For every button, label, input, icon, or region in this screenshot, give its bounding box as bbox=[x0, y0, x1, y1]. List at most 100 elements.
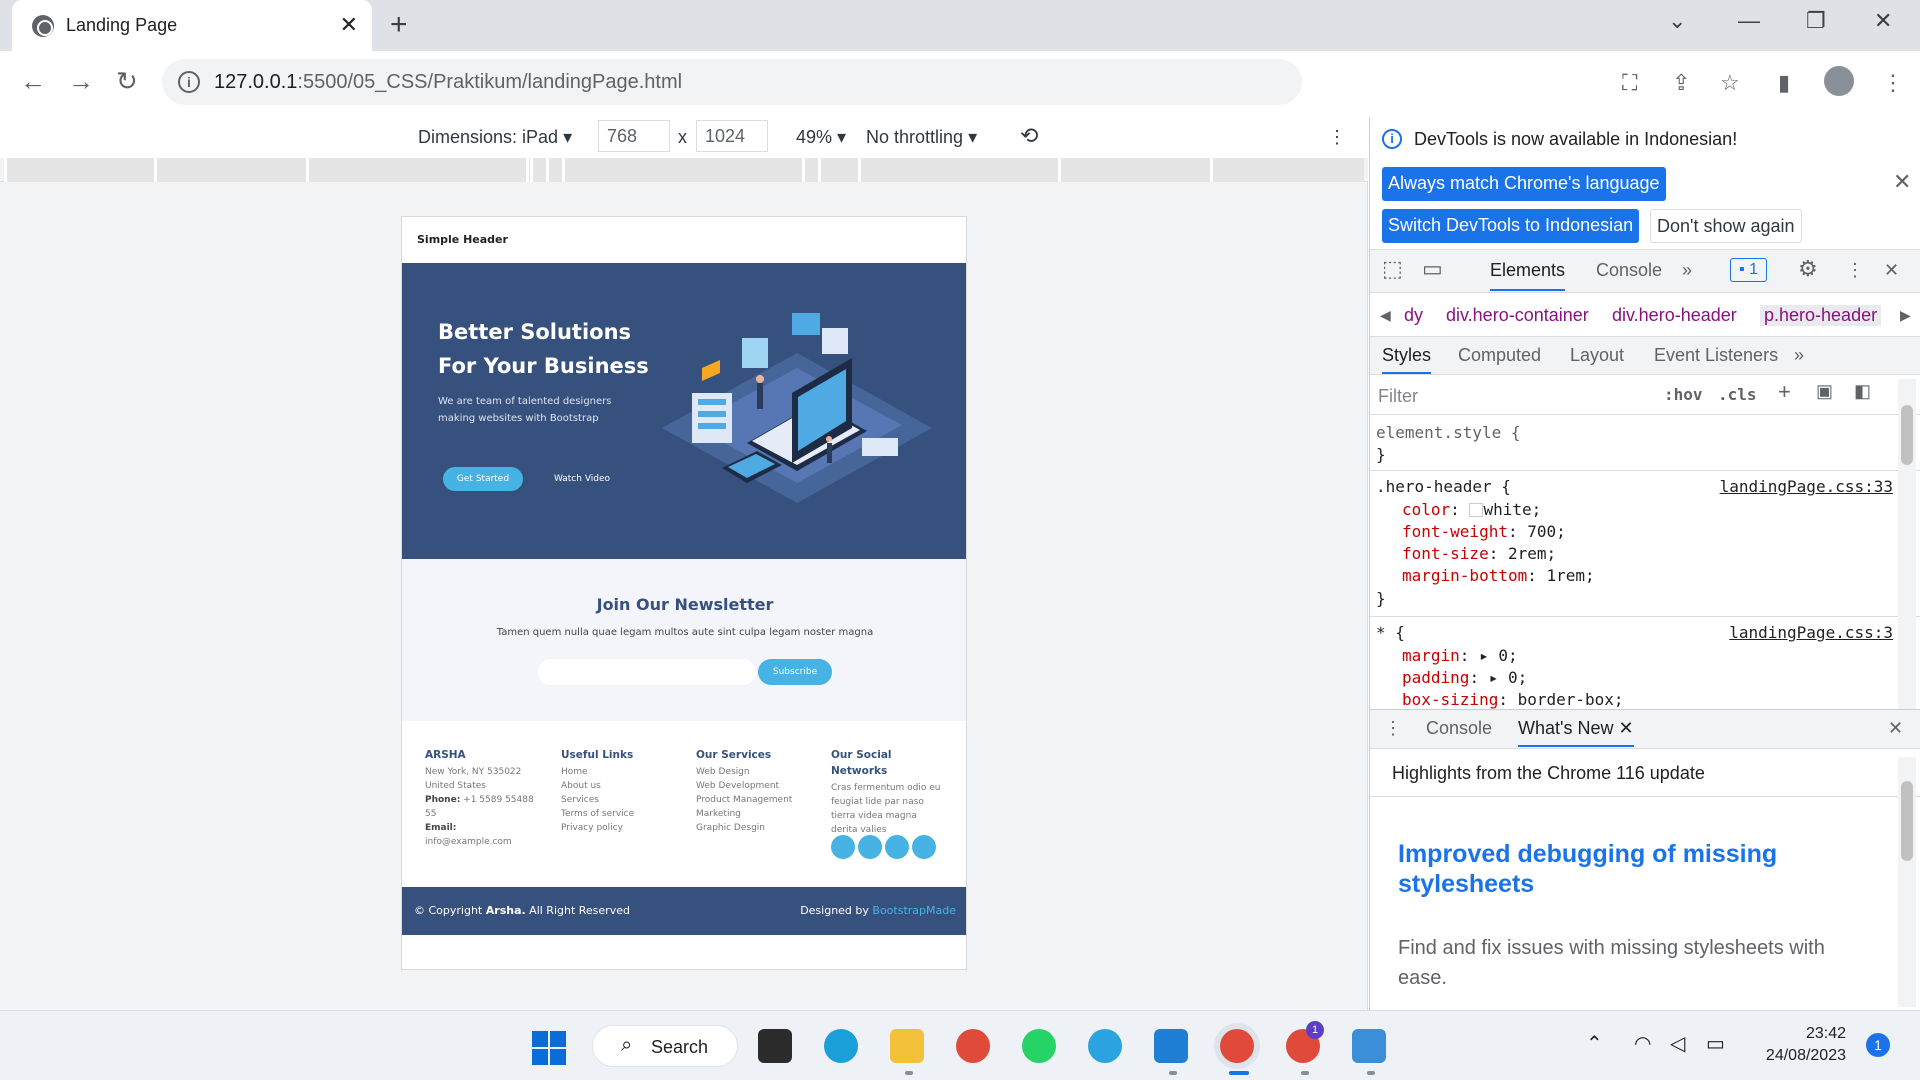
more-tabs-icon[interactable]: » bbox=[1682, 260, 1692, 281]
social-icon[interactable] bbox=[885, 835, 909, 859]
height-input[interactable]: 1024 bbox=[696, 120, 768, 152]
settings-gear-icon[interactable]: ⚙ bbox=[1798, 256, 1818, 282]
scrollbar-thumb[interactable] bbox=[1901, 405, 1913, 465]
css-property[interactable]: padding: ▸ 0; bbox=[1402, 667, 1624, 689]
close-drawer-icon[interactable]: ✕ bbox=[1888, 718, 1903, 739]
throttling-select[interactable]: No throttling ▾ bbox=[866, 127, 977, 148]
footer-link-about[interactable]: About us bbox=[561, 779, 671, 793]
inspect-element-icon[interactable]: ⬚ bbox=[1382, 256, 1403, 282]
back-button[interactable]: ← bbox=[20, 66, 46, 97]
footer-link-home[interactable]: Home bbox=[561, 765, 671, 779]
whatsapp-icon[interactable] bbox=[1022, 1029, 1056, 1063]
hover-state-toggle[interactable]: :hov bbox=[1664, 385, 1703, 404]
css-property[interactable]: margin: ▸ 0; bbox=[1402, 645, 1624, 667]
media-query-segment[interactable] bbox=[306, 158, 526, 182]
issues-badge[interactable]: ▪ 1 bbox=[1730, 258, 1768, 282]
minimize-button[interactable]: — bbox=[1738, 8, 1760, 34]
media-query-bar[interactable] bbox=[0, 158, 1368, 182]
file-explorer-icon[interactable] bbox=[890, 1029, 924, 1063]
source-link[interactable]: landingPage.css:3 bbox=[1729, 623, 1893, 642]
share-icon[interactable]: ⇪ bbox=[1672, 70, 1690, 96]
css-property[interactable]: font-size: 2rem; bbox=[1402, 543, 1595, 565]
tab-event-listeners[interactable]: Event Listeners bbox=[1654, 345, 1778, 366]
footer-service-item[interactable]: Marketing bbox=[696, 807, 806, 821]
tab-layout[interactable]: Layout bbox=[1570, 345, 1624, 366]
breadcrumb-item[interactable]: dy bbox=[1404, 305, 1423, 326]
crumb-scroll-right-icon[interactable]: ▶ bbox=[1900, 307, 1911, 324]
crumb-scroll-left-icon[interactable]: ◀ bbox=[1380, 307, 1391, 324]
drawer-tab-whats-new[interactable]: What's New ✕ bbox=[1518, 718, 1634, 747]
match-language-button[interactable]: Always match Chrome's language bbox=[1382, 167, 1666, 201]
rule-selector[interactable]: .hero-header { bbox=[1376, 477, 1511, 496]
device-menu-icon[interactable]: ⋮ bbox=[1328, 127, 1346, 148]
site-info-icon[interactable]: i bbox=[178, 71, 200, 93]
translate-icon[interactable]: ⛶ bbox=[1622, 70, 1637, 96]
close-devtools-icon[interactable]: ✕ bbox=[1884, 260, 1899, 281]
clock[interactable]: 23:42 24/08/2023 bbox=[1752, 1023, 1846, 1067]
side-panel-icon[interactable]: ▮ bbox=[1778, 70, 1790, 96]
telegram-icon[interactable] bbox=[1088, 1029, 1122, 1063]
drawer-menu-icon[interactable]: ⋮ bbox=[1384, 718, 1402, 739]
start-button[interactable] bbox=[532, 1031, 566, 1065]
more-style-tabs-icon[interactable]: » bbox=[1794, 345, 1804, 366]
footer-link-services[interactable]: Services bbox=[561, 793, 671, 807]
close-window-button[interactable]: ✕ bbox=[1874, 8, 1892, 34]
dont-show-again-button[interactable]: Don't show again bbox=[1650, 209, 1802, 243]
zoom-select[interactable]: 49% ▾ bbox=[796, 127, 846, 148]
tab-computed[interactable]: Computed bbox=[1458, 345, 1541, 366]
media-query-segment[interactable] bbox=[562, 158, 802, 182]
chrome-icon[interactable] bbox=[956, 1029, 990, 1063]
tab-styles[interactable]: Styles bbox=[1382, 345, 1432, 374]
tab-console[interactable]: Console bbox=[1596, 260, 1662, 281]
bookmark-star-icon[interactable]: ☆ bbox=[1720, 70, 1740, 96]
footer-service-item[interactable]: Web Development bbox=[696, 779, 806, 793]
css-property[interactable]: color: white; bbox=[1402, 499, 1595, 521]
styles-scrollbar[interactable] bbox=[1898, 379, 1916, 709]
whats-new-article-title[interactable]: Improved debugging of missing stylesheet… bbox=[1398, 839, 1798, 899]
footer-service-item[interactable]: Graphic Desgin bbox=[696, 821, 806, 835]
get-started-button[interactable]: Get Started bbox=[443, 467, 523, 491]
close-tab-icon[interactable]: ✕ bbox=[340, 12, 358, 38]
wifi-icon[interactable]: ◠ bbox=[1634, 1031, 1651, 1056]
scrollbar-thumb[interactable] bbox=[1901, 781, 1913, 861]
footer-link-privacy[interactable]: Privacy policy bbox=[561, 821, 671, 835]
footer-link-terms[interactable]: Terms of service bbox=[561, 807, 671, 821]
chevron-up-icon[interactable]: ⌃ bbox=[1586, 1031, 1603, 1056]
tab-elements[interactable]: Elements bbox=[1490, 260, 1566, 291]
color-swatch[interactable] bbox=[1469, 503, 1484, 517]
media-query-segment[interactable] bbox=[858, 158, 1058, 182]
address-bar[interactable]: i 127.0.0.1:5500/05_CSS/Praktikum/landin… bbox=[162, 59, 1302, 105]
drawer-tab-console[interactable]: Console bbox=[1426, 718, 1492, 739]
social-icon[interactable] bbox=[858, 835, 882, 859]
subscribe-button[interactable]: Subscribe bbox=[758, 659, 832, 685]
source-link[interactable]: landingPage.css:33 bbox=[1720, 477, 1893, 496]
media-query-segment[interactable] bbox=[818, 158, 858, 182]
edge-icon[interactable] bbox=[824, 1029, 858, 1063]
new-rule-icon[interactable]: + bbox=[1778, 379, 1791, 405]
media-query-segment[interactable] bbox=[154, 158, 306, 182]
rule-selector[interactable]: * { bbox=[1376, 623, 1405, 642]
css-property[interactable]: font-weight: 700; bbox=[1402, 521, 1595, 543]
class-toggle[interactable]: .cls bbox=[1718, 385, 1757, 404]
media-query-segment[interactable] bbox=[1210, 158, 1364, 182]
vscode-icon[interactable] bbox=[1154, 1029, 1188, 1063]
restore-button[interactable]: ❐ bbox=[1806, 8, 1826, 34]
media-query-segment[interactable] bbox=[4, 158, 154, 182]
css-property[interactable]: box-sizing: border-box; bbox=[1402, 689, 1624, 709]
battery-icon[interactable]: ▭ bbox=[1706, 1031, 1725, 1056]
styles-filter-input[interactable]: Filter bbox=[1378, 381, 1658, 409]
drawer-scrollbar[interactable] bbox=[1898, 757, 1916, 1007]
device-toggle-icon[interactable]: ▭ bbox=[1422, 256, 1443, 282]
switch-language-button[interactable]: Switch DevTools to Indonesian bbox=[1382, 209, 1640, 243]
width-input[interactable]: 768 bbox=[598, 120, 670, 152]
chrome-active-icon[interactable] bbox=[1220, 1029, 1254, 1063]
task-view-icon[interactable] bbox=[758, 1029, 792, 1063]
breadcrumb-item-selected[interactable]: p.hero-header bbox=[1760, 305, 1882, 326]
breadcrumb-item[interactable]: div.hero-header bbox=[1612, 305, 1737, 326]
notifications-badge[interactable]: 1 bbox=[1866, 1033, 1890, 1057]
menu-dots-icon[interactable]: ⋮ bbox=[1882, 70, 1904, 96]
volume-icon[interactable]: ◁ bbox=[1670, 1031, 1685, 1056]
reload-button[interactable]: ↻ bbox=[116, 66, 138, 97]
social-icon[interactable] bbox=[912, 835, 936, 859]
media-query-segment[interactable] bbox=[1058, 158, 1210, 182]
